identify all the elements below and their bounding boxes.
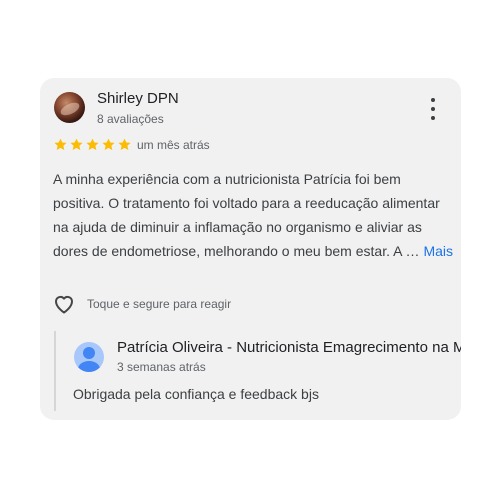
react-row[interactable]: Toque e segure para reagir [52, 292, 231, 316]
reviewer-name[interactable]: Shirley DPN [97, 90, 179, 107]
star-rating [53, 137, 132, 152]
owner-name[interactable]: Patrícia Oliveira - Nutricionista Emagre… [117, 339, 461, 356]
more-vert-icon[interactable] [426, 98, 440, 120]
review-card: Shirley DPN 8 avaliações um mês atrás A … [40, 78, 461, 420]
more-link[interactable]: Mais [423, 243, 453, 259]
reviewer-avatar[interactable] [54, 92, 85, 123]
star-icon [117, 137, 132, 152]
review-text: A minha experiência com a nutricionista … [53, 171, 440, 259]
star-icon [69, 137, 84, 152]
person-avatar-icon [74, 342, 104, 372]
review-date: um mês atrás [137, 138, 210, 152]
reviewer-review-count: 8 avaliações [97, 112, 164, 126]
react-hint: Toque e segure para reagir [87, 297, 232, 311]
review-body: A minha experiência com a nutricionista … [53, 167, 453, 263]
heart-outline-icon[interactable] [52, 292, 76, 316]
owner-reply-date: 3 semanas atrás [117, 360, 206, 374]
star-icon [53, 137, 68, 152]
owner-reply-text: Obrigada pela confiança e feedback bjs [73, 386, 319, 402]
star-icon [85, 137, 100, 152]
star-icon [101, 137, 116, 152]
owner-reply: Patrícia Oliveira - Nutricionista Emagre… [54, 331, 461, 411]
